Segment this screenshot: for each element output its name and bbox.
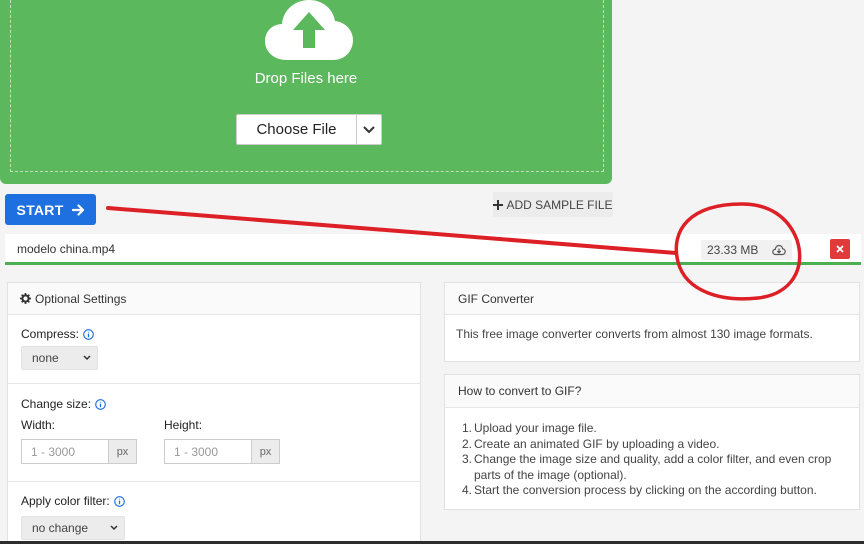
compress-label: Compress: [21,327,80,341]
choose-file-group: Choose File [236,114,382,145]
how-to-steps: 1. Upload your image file. 2. Create an ani… [456,421,845,499]
compress-label-row: Compress: [21,327,420,341]
how-to-step: 3. Change the image size and quality, add… [456,452,845,483]
color-filter-label-row: Apply color filter: [21,494,420,508]
compress-select[interactable]: none [21,346,98,370]
how-to-step-number: 3. [462,452,473,466]
how-to-step-text: Upload your image file. [474,421,597,435]
add-sample-file-label: ADD SAMPLE FILE [506,197,613,212]
width-unit: px [108,439,137,464]
cloud-download-icon[interactable] [772,244,787,256]
how-to-body: 1. Upload your image file. 2. Create an ani… [445,408,859,499]
drop-zone[interactable]: Drop Files here Choose File [0,0,612,184]
how-to-step-number: 2. [462,436,473,451]
file-name: modelo china.mp4 [17,242,116,256]
how-to-title: How to convert to GIF? [445,375,859,408]
file-size: 23.33 MB [707,243,759,257]
compress-value: none [32,351,59,365]
start-button[interactable]: START [5,194,96,225]
how-to-step-text: Start the conversion process by clicking… [474,483,817,497]
start-button-label: START [16,201,64,218]
info-icon[interactable] [83,328,94,340]
plus-icon [493,199,504,210]
how-to-step: 4. Start the conversion process by clicki… [456,483,845,499]
how-to-step-number: 1. [462,421,473,435]
chevron-down-icon[interactable] [357,115,381,144]
file-row: modelo china.mp4 23.33 MB [5,234,861,265]
optional-settings-panel: Optional Settings Compress: none Change … [7,282,421,544]
arrow-right-icon [71,203,84,216]
change-size-label: Change size: [21,397,92,411]
file-size-badge: 23.33 MB [701,240,793,260]
height-unit: px [251,439,280,464]
gif-converter-text: This free image converter converts from … [456,327,813,341]
gear-icon [20,293,31,304]
optional-settings-title: Optional Settings [35,291,127,306]
color-filter-value: no change [32,521,89,535]
width-label: Width: [21,418,56,432]
cloud-upload-icon [265,0,353,60]
chevron-down-icon [110,525,118,531]
how-to-step-text: Create an animated GIF by uploading a vi… [474,436,720,451]
info-icon[interactable] [95,398,106,410]
gif-converter-title: GIF Converter [445,283,859,315]
width-input-group: 1 - 3000 px [21,439,137,464]
height-input-group: 1 - 3000 px [164,439,280,464]
how-to-step-text: Change the image size and quality, add a… [474,452,832,482]
drop-files-text: Drop Files here [254,70,358,87]
how-to-step: 1. Upload your image file. [456,421,845,437]
choose-file-button[interactable]: Choose File [237,115,357,144]
close-icon [836,245,844,253]
height-label: Height: [164,418,203,432]
change-size-section: Change size: Width: 1 - 3000 px Height: … [8,384,420,482]
remove-file-button[interactable] [830,239,850,259]
color-filter-label: Apply color filter: [21,494,110,508]
optional-settings-header: Optional Settings [8,283,420,315]
height-field-group: Height: 1 - 3000 px [164,418,280,464]
gif-converter-card: GIF Converter This free image converter … [444,282,860,362]
change-size-label-row: Change size: [21,397,420,411]
how-to-step-number: 4. [462,483,473,497]
compress-section: Compress: none [8,315,420,384]
width-field-group: Width: 1 - 3000 px [21,418,137,464]
color-filter-select[interactable]: no change [21,516,125,540]
chevron-down-icon [83,355,91,361]
add-sample-file-button[interactable]: ADD SAMPLE FILE [493,192,613,217]
color-filter-section: Apply color filter: no change [8,482,420,544]
height-input[interactable]: 1 - 3000 [164,439,251,464]
how-to-step: 2. Create an animated GIF by uploading a … [456,437,845,453]
info-icon[interactable] [113,495,125,507]
width-input[interactable]: 1 - 3000 [21,439,108,464]
how-to-card: How to convert to GIF? 1. Upload your ima… [444,374,860,510]
